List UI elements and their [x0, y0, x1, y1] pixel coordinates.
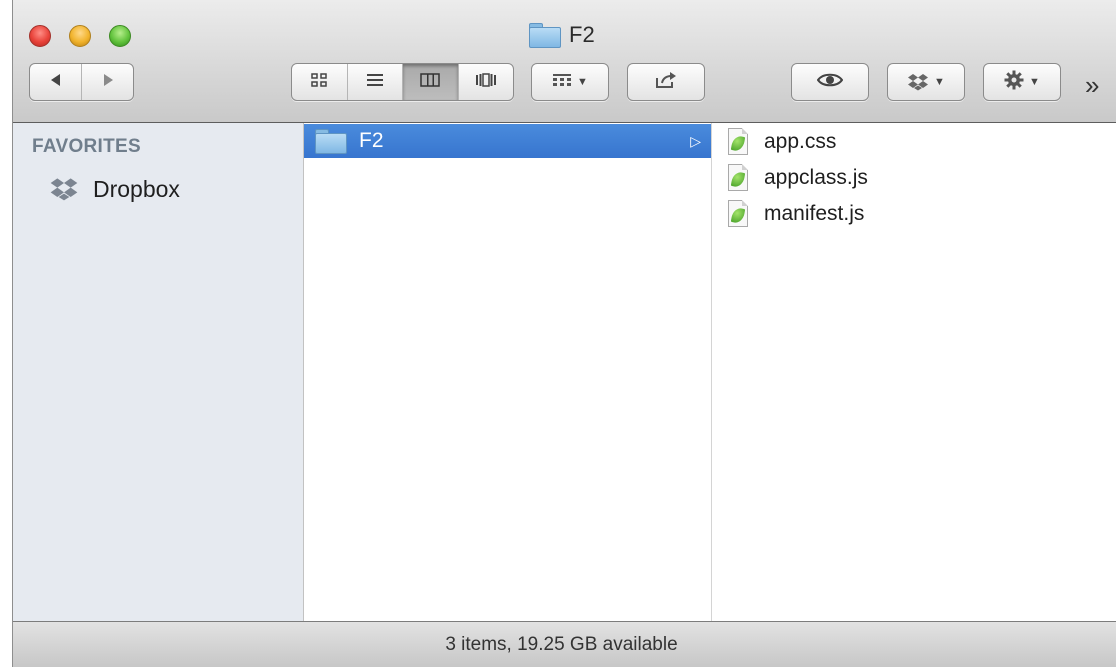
window-title: F2 [529, 20, 595, 50]
sidebar: FAVORITES Dropbox [13, 123, 304, 621]
list-icon [366, 73, 384, 92]
list-item[interactable]: F2 ▷ [304, 124, 711, 158]
forward-arrow-icon [101, 73, 115, 92]
finder-window: F2 ▼ ▼ ▼ » FAVORITES Dropbox F2 ▷ app.cs… [12, 0, 1116, 667]
back-button[interactable] [30, 64, 82, 100]
browser-column-1: F2 ▷ [304, 123, 712, 621]
view-mode-control [291, 63, 514, 101]
sidebar-item-dropbox[interactable]: Dropbox [49, 172, 180, 206]
toolbar-overflow-button[interactable]: » [1085, 70, 1099, 101]
gear-icon [1004, 70, 1024, 95]
dropbox-icon [907, 73, 929, 91]
eye-icon [816, 72, 844, 93]
disclosure-triangle-icon: ▷ [690, 132, 701, 149]
chevron-down-icon: ▼ [577, 76, 588, 88]
list-view-button[interactable] [348, 64, 403, 100]
file-label: manifest.js [764, 202, 865, 225]
status-bar: 3 items, 19.25 GB available [13, 621, 1116, 667]
chevron-down-icon: ▼ [934, 76, 945, 88]
folder-icon [315, 129, 347, 154]
icon-view-button[interactable] [292, 64, 348, 100]
file-icon [728, 200, 750, 228]
arrange-button[interactable]: ▼ [531, 63, 609, 101]
columns-icon [420, 72, 440, 92]
back-arrow-icon [49, 73, 63, 92]
folder-icon [529, 23, 561, 48]
sidebar-item-label: Dropbox [93, 175, 180, 202]
file-label: appclass.js [764, 166, 868, 189]
chevron-down-icon: ▼ [1029, 76, 1040, 88]
minimize-button[interactable] [69, 25, 91, 47]
coverflow-view-button[interactable] [459, 64, 514, 100]
grid-icon [311, 72, 327, 92]
list-item[interactable]: manifest.js [728, 196, 864, 232]
quicklook-button[interactable] [791, 63, 869, 101]
list-item[interactable]: appclass.js [728, 160, 868, 196]
dropbox-menu-button[interactable]: ▼ [887, 63, 965, 101]
sidebar-section-header: FAVORITES [32, 136, 141, 157]
file-label: app.css [764, 130, 837, 153]
file-icon [728, 164, 750, 192]
close-button[interactable] [29, 25, 51, 47]
share-icon [655, 71, 677, 94]
list-item[interactable]: app.css [728, 124, 836, 160]
window-title-label: F2 [569, 22, 595, 47]
zoom-button[interactable] [109, 25, 131, 47]
column-view-button[interactable] [403, 64, 459, 100]
share-button[interactable] [627, 63, 705, 101]
file-icon [728, 128, 750, 156]
titlebar: F2 ▼ ▼ ▼ » [13, 0, 1116, 123]
dropbox-icon [49, 177, 79, 201]
folder-label: F2 [359, 129, 384, 152]
action-button[interactable]: ▼ [983, 63, 1061, 101]
back-forward-control [29, 63, 134, 101]
forward-button[interactable] [82, 64, 133, 100]
coverflow-icon [475, 72, 497, 92]
arrange-icon [552, 73, 572, 92]
browser-column-2: app.css appclass.js manifest.js [712, 123, 1116, 621]
status-text: 3 items, 19.25 GB available [445, 633, 678, 655]
